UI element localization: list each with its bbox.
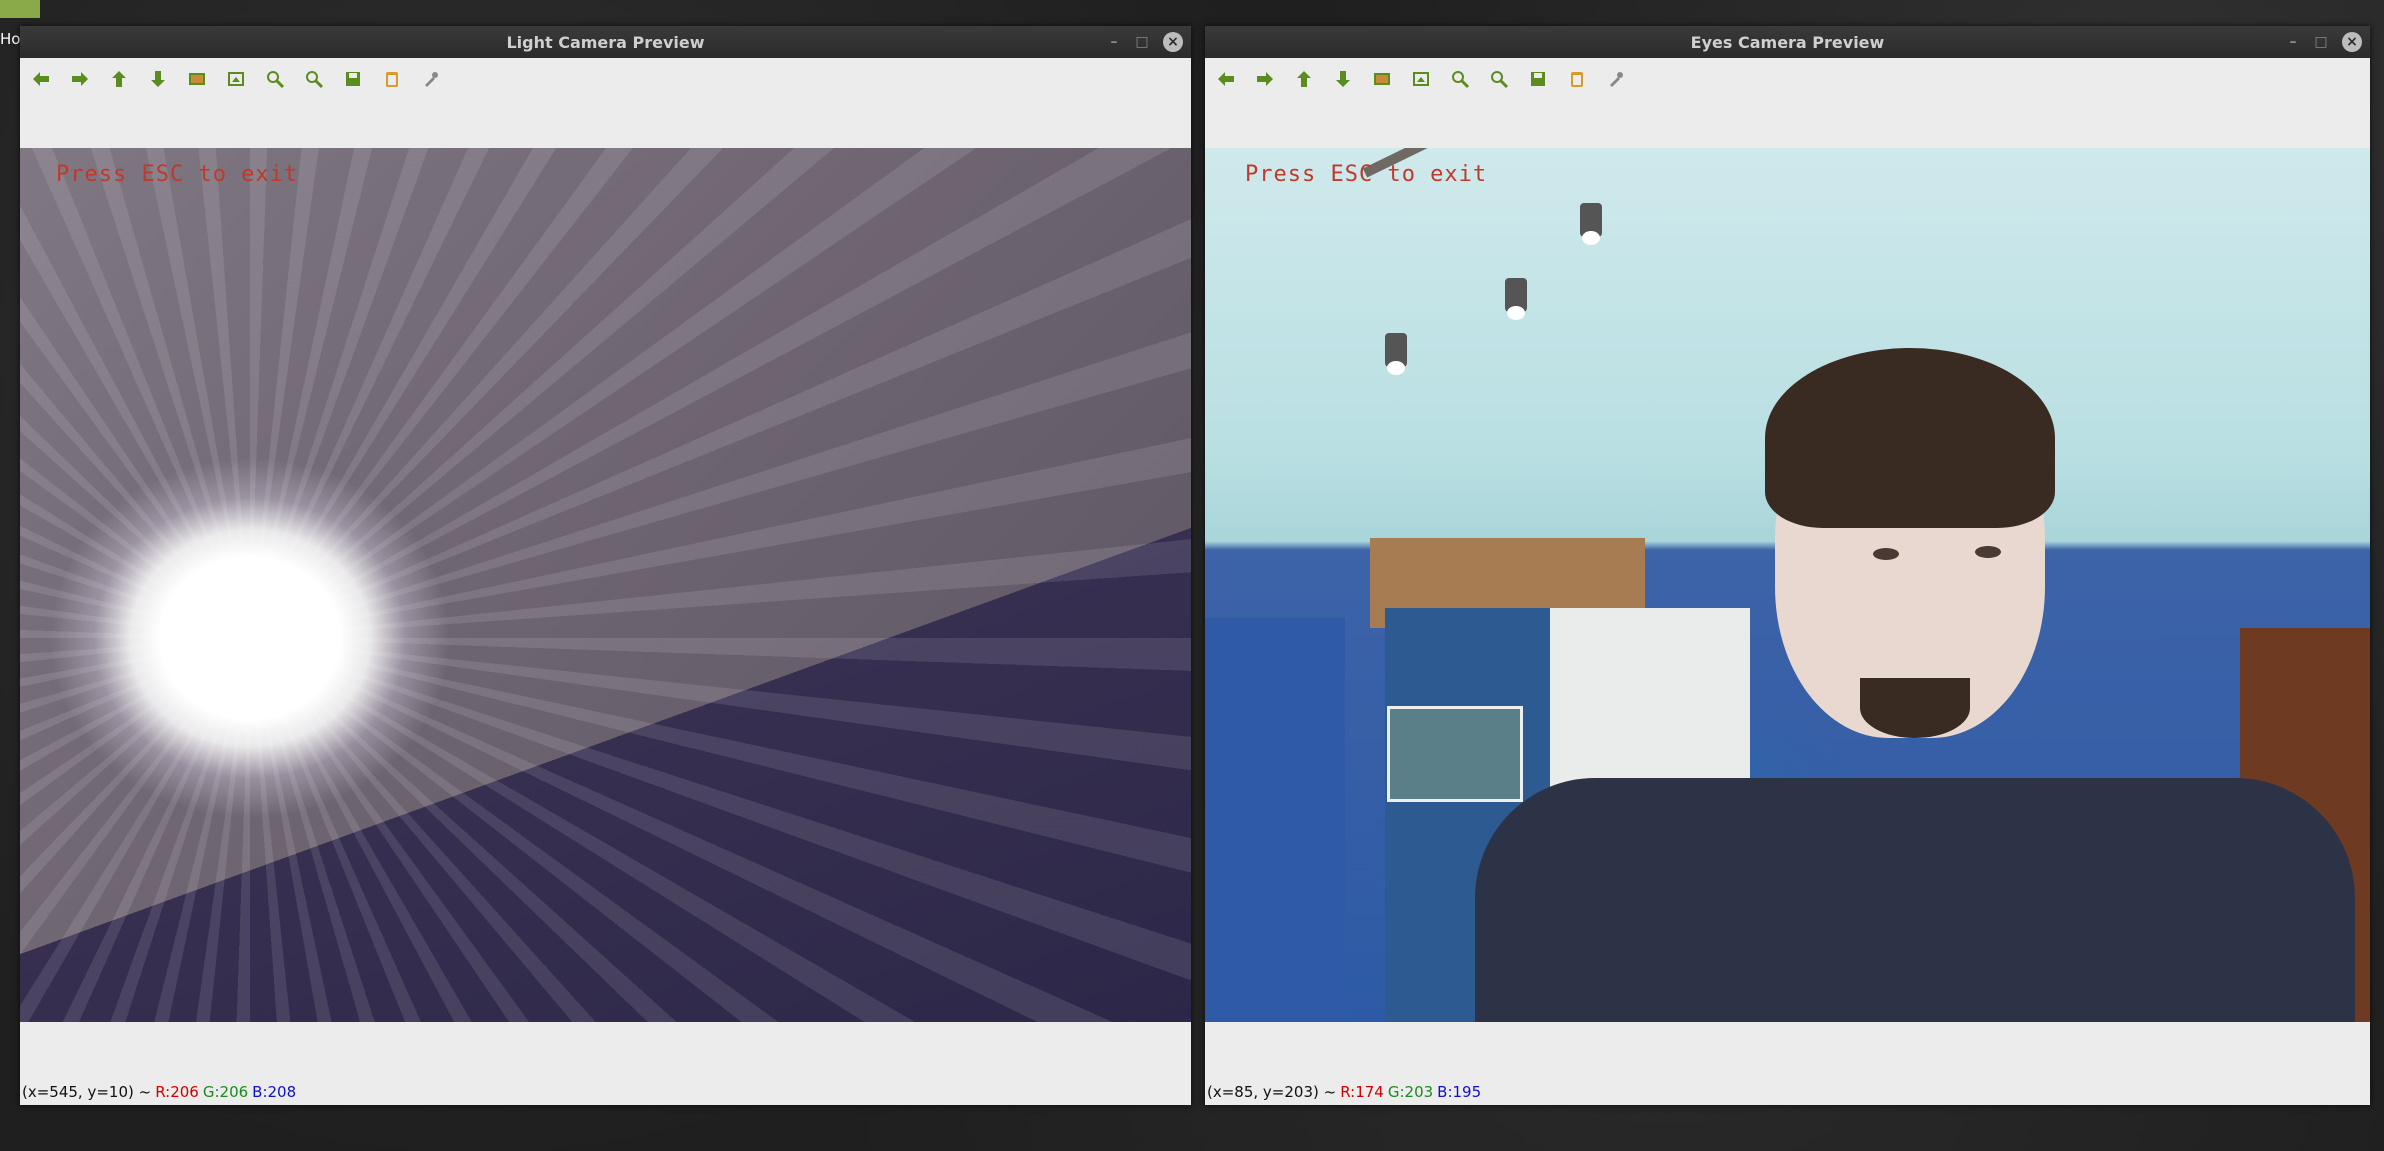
maximize-button[interactable]: □ <box>2314 32 2328 52</box>
pixel-blue: B:208 <box>252 1083 297 1101</box>
person-eye <box>1873 548 1899 560</box>
person-hair <box>1765 348 2055 528</box>
person-beard <box>1860 678 1970 738</box>
desktop-icon[interactable] <box>0 0 40 18</box>
arrow-left-icon[interactable] <box>24 63 57 95</box>
fit-icon[interactable] <box>219 63 252 95</box>
properties-icon[interactable] <box>1599 63 1632 95</box>
copy-icon[interactable] <box>1560 63 1593 95</box>
wall-shelf <box>1205 618 1345 1022</box>
save-icon[interactable] <box>336 63 369 95</box>
person-shirt <box>1475 778 2355 1022</box>
zoom-out-icon[interactable] <box>1482 63 1515 95</box>
window-title: Eyes Camera Preview <box>1690 32 1885 52</box>
cursor-coords: (x=85, y=203) ~ <box>1207 1083 1337 1101</box>
light-camera-image[interactable]: Press ESC to exit <box>20 148 1191 1022</box>
desktop-label: Ho <box>0 30 21 48</box>
copy-icon[interactable] <box>375 63 408 95</box>
title-bar[interactable]: Light Camera Preview – □ × <box>20 26 1191 58</box>
lamp-spot <box>1505 278 1527 320</box>
minimize-button[interactable]: – <box>2286 32 2300 52</box>
clock-picture <box>1387 706 1523 802</box>
window-title: Light Camera Preview <box>506 32 705 52</box>
fit-icon[interactable] <box>1404 63 1437 95</box>
image-icon[interactable] <box>1365 63 1398 95</box>
arrow-right-icon[interactable] <box>63 63 96 95</box>
arrow-up-icon[interactable] <box>1287 63 1320 95</box>
zoom-out-icon[interactable] <box>297 63 330 95</box>
status-bar: (x=85, y=203) ~ R:174 G:203 B:195 <box>1205 1079 2370 1105</box>
eyes-camera-window: Eyes Camera Preview – □ × Press ESC to e… <box>1205 26 2370 1105</box>
arrow-right-icon[interactable] <box>1248 63 1281 95</box>
arrow-left-icon[interactable] <box>1209 63 1242 95</box>
close-button[interactable]: × <box>1163 32 1183 52</box>
pixel-green: G:203 <box>1387 1083 1434 1101</box>
properties-icon[interactable] <box>414 63 447 95</box>
close-button[interactable]: × <box>2342 32 2362 52</box>
light-camera-window: Light Camera Preview – □ × Press ESC to … <box>20 26 1191 1105</box>
status-bar: (x=545, y=10) ~ R:206 G:206 B:208 <box>20 1079 1191 1105</box>
pixel-red: R:206 <box>155 1083 199 1101</box>
toolbar <box>1209 60 1632 98</box>
save-icon[interactable] <box>1521 63 1554 95</box>
zoom-in-icon[interactable] <box>258 63 291 95</box>
esc-hint: Press ESC to exit <box>56 162 299 187</box>
maximize-button[interactable]: □ <box>1135 32 1149 52</box>
image-icon[interactable] <box>180 63 213 95</box>
zoom-in-icon[interactable] <box>1443 63 1476 95</box>
lamp-spot <box>1580 203 1602 245</box>
toolbar <box>24 60 447 98</box>
title-bar[interactable]: Eyes Camera Preview – □ × <box>1205 26 2370 58</box>
arrow-down-icon[interactable] <box>141 63 174 95</box>
cursor-coords: (x=545, y=10) ~ <box>22 1083 152 1101</box>
person-eye <box>1975 546 2001 558</box>
pixel-blue: B:195 <box>1437 1083 1482 1101</box>
pixel-green: G:206 <box>202 1083 249 1101</box>
esc-hint: Press ESC to exit <box>1245 162 1488 187</box>
eyes-camera-image[interactable]: Press ESC to exit <box>1205 148 2370 1022</box>
arrow-down-icon[interactable] <box>1326 63 1359 95</box>
pixel-red: R:174 <box>1340 1083 1384 1101</box>
minimize-button[interactable]: – <box>1107 32 1121 52</box>
lamp-spot <box>1385 333 1407 375</box>
arrow-up-icon[interactable] <box>102 63 135 95</box>
